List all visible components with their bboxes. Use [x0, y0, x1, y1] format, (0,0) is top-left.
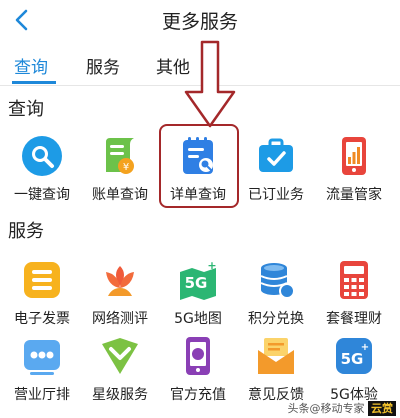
service-item-feedback[interactable]: 意见反馈 [238, 334, 314, 404]
header: 更多服务 [0, 0, 400, 40]
tab-service[interactable]: 服务 [86, 53, 120, 78]
item-label: 官方充值 [170, 387, 226, 403]
item-label: 电子发票 [14, 311, 70, 327]
5g-experience-icon: 5G + [336, 338, 372, 374]
down-arrow-icon [184, 40, 236, 128]
flower-icon [106, 266, 134, 296]
item-label: 积分兑换 [248, 311, 304, 327]
item-label: 一键查询 [14, 187, 70, 203]
phone-recharge-icon [186, 337, 210, 375]
feedback-mail-icon [258, 338, 294, 374]
service-item-quick-query[interactable]: 一键查询 [4, 134, 80, 204]
service-item-official-recharge[interactable]: 官方充值 [160, 334, 236, 404]
service-item-network-test[interactable]: 网络测评 [82, 258, 158, 328]
highlight-box [159, 124, 239, 208]
service-item-hall-queue[interactable]: 营业厅排 [4, 334, 80, 404]
item-label: 5G地图 [174, 311, 222, 327]
watermark-brand: 云赏 [368, 401, 396, 416]
item-label: 星级服务 [92, 387, 148, 403]
service-item-e-invoice[interactable]: 电子发票 [4, 258, 80, 328]
coins-icon [260, 263, 295, 299]
section-title-service: 服务 [8, 221, 44, 242]
magnifier-icon [22, 136, 62, 176]
watermark: 头条@移动专家 云赏 [287, 400, 396, 416]
svg-text:¥: ¥ [123, 162, 129, 173]
queue-icon [24, 340, 60, 375]
chevron-badge-icon [102, 338, 138, 374]
bill-icon: ¥ [106, 138, 134, 174]
section-title-query: 查询 [8, 99, 44, 120]
tab-query[interactable]: 查询 [14, 53, 48, 78]
active-tab-indicator [12, 81, 56, 84]
data-meter-icon [342, 137, 366, 175]
service-item-subscribed[interactable]: 已订业务 [238, 134, 314, 204]
page-title: 更多服务 [161, 11, 238, 33]
item-label: 已订业务 [248, 187, 304, 203]
item-label: 账单查询 [92, 187, 148, 203]
item-label: 流量管家 [326, 187, 382, 203]
service-item-points[interactable]: 积分兑换 [238, 258, 314, 328]
service-item-star-service[interactable]: 星级服务 [82, 334, 158, 404]
calculator-icon [340, 261, 368, 299]
invoice-icon [24, 262, 60, 298]
service-item-bill-query[interactable]: ¥ 账单查询 [82, 134, 158, 204]
service-item-5g-experience[interactable]: 5G + 5G体验 [316, 334, 392, 404]
5g-map-icon: 5G + [180, 259, 217, 300]
svg-text:+: + [361, 342, 369, 353]
svg-text:+: + [207, 259, 216, 272]
service-item-5g-map[interactable]: 5G + 5G地图 [160, 258, 236, 328]
item-label: 网络测评 [92, 311, 148, 327]
watermark-text: 头条@移动专家 [287, 402, 365, 415]
item-label: 营业厅排 [14, 387, 70, 403]
briefcase-icon [259, 138, 293, 172]
service-item-data-manager[interactable]: 流量管家 [316, 134, 392, 204]
item-label: 套餐理财 [326, 311, 382, 327]
svg-text:5G: 5G [185, 274, 208, 292]
service-item-package-finance[interactable]: 套餐理财 [316, 258, 392, 328]
